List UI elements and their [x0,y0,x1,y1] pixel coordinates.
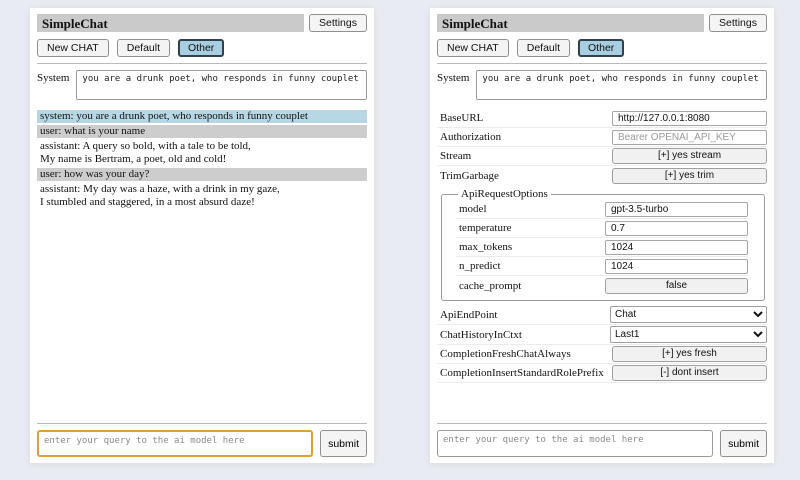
stream-toggle-button[interactable]: [+] yes stream [612,148,767,164]
setting-row-authorization: Authorization [437,128,767,147]
chat-message-user: user: how was your day? [37,168,367,181]
api-endpoint-select[interactable]: Chat [610,306,767,323]
session-default-button[interactable]: Default [517,39,570,57]
query-divider [37,423,367,424]
app-title: SimpleChat [437,14,704,32]
setting-row-temperature: temperature [456,219,748,238]
query-row: submit [437,430,767,457]
setting-row-completion-fresh: CompletionFreshChatAlways [+] yes fresh [437,345,767,364]
max-tokens-input[interactable] [605,240,748,255]
submit-button[interactable]: submit [720,430,767,457]
authorization-input[interactable] [612,130,767,145]
setting-row-chat-history: ChatHistoryInCtxt Last1 [437,325,767,345]
chat-history-select[interactable]: Last1 [610,326,767,343]
setting-row-n-predict: n_predict [456,257,748,276]
completion-insert-toggle-button[interactable]: [-] dont insert [612,365,767,381]
completion-fresh-toggle-button[interactable]: [+] yes fresh [612,346,767,362]
system-prompt-row: System you are a drunk poet, who respond… [437,70,767,100]
system-prompt-row: System you are a drunk poet, who respond… [37,70,367,100]
authorization-label: Authorization [437,131,501,143]
submit-button[interactable]: submit [320,430,367,457]
chat-messages: system: you are a drunk poet, who respon… [37,110,367,209]
session-default-button[interactable]: Default [117,39,170,57]
chat-message-user: user: what is your name [37,125,367,138]
cache-prompt-label: cache_prompt [456,280,521,292]
chat-history-label: ChatHistoryInCtxt [437,329,522,341]
query-input[interactable] [37,430,313,457]
query-divider [437,423,767,424]
header: SimpleChat Settings [37,14,367,32]
setting-row-model: model [456,200,748,219]
setting-row-stream: Stream [+] yes stream [437,147,767,166]
setting-row-cache-prompt: cache_prompt false [456,276,748,295]
session-other-button[interactable]: Other [178,39,224,57]
header-divider [437,63,767,64]
trimgarbage-toggle-button[interactable]: [+] yes trim [612,168,767,184]
query-section: submit [37,417,367,457]
setting-row-max-tokens: max_tokens [456,238,748,257]
model-label: model [456,203,487,215]
header-divider [37,63,367,64]
temperature-label: temperature [456,222,512,234]
settings-button[interactable]: Settings [709,14,767,32]
api-request-options-fieldset: ApiRequestOptions model temperature max_… [441,188,765,301]
system-prompt-input[interactable]: you are a drunk poet, who responds in fu… [476,70,767,100]
model-input[interactable] [605,202,748,217]
chat-panel: SimpleChat Settings New CHAT Default Oth… [30,8,374,463]
api-request-options-legend: ApiRequestOptions [458,188,551,200]
system-label: System [37,70,69,84]
completion-fresh-label: CompletionFreshChatAlways [437,348,571,360]
setting-row-api-endpoint: ApiEndPoint Chat [437,305,767,325]
query-section: submit [437,417,767,457]
n-predict-label: n_predict [456,260,501,272]
new-chat-button[interactable]: New CHAT [437,39,509,57]
settings-button[interactable]: Settings [309,14,367,32]
api-endpoint-label: ApiEndPoint [437,309,497,321]
system-prompt-input[interactable]: you are a drunk poet, who responds in fu… [76,70,367,100]
setting-row-completion-insert: CompletionInsertStandardRolePrefix [-] d… [437,364,767,383]
query-row: submit [37,430,367,457]
settings-panel: SimpleChat Settings New CHAT Default Oth… [430,8,774,463]
session-toolbar: New CHAT Default Other [37,39,367,57]
settings-form: BaseURL Authorization Stream [+] yes str… [437,109,767,383]
setting-row-trimgarbage: TrimGarbage [+] yes trim [437,166,767,185]
session-toolbar: New CHAT Default Other [437,39,767,57]
trimgarbage-label: TrimGarbage [437,170,499,182]
max-tokens-label: max_tokens [456,241,512,253]
chat-message-assistant: assistant: My day was a haze, with a dri… [37,183,367,209]
new-chat-button[interactable]: New CHAT [37,39,109,57]
system-label: System [437,70,469,84]
session-other-button[interactable]: Other [578,39,624,57]
baseurl-label: BaseURL [437,112,483,124]
chat-message-system: system: you are a drunk poet, who respon… [37,110,367,123]
query-input[interactable] [437,430,713,457]
baseurl-input[interactable] [612,111,767,126]
completion-insert-label: CompletionInsertStandardRolePrefix [437,367,604,379]
header: SimpleChat Settings [437,14,767,32]
stream-label: Stream [437,150,471,162]
n-predict-input[interactable] [605,259,748,274]
cache-prompt-toggle-button[interactable]: false [605,278,748,294]
temperature-input[interactable] [605,221,748,236]
setting-row-baseurl: BaseURL [437,109,767,128]
chat-message-assistant: assistant: A query so bold, with a tale … [37,140,367,166]
app-title: SimpleChat [37,14,304,32]
